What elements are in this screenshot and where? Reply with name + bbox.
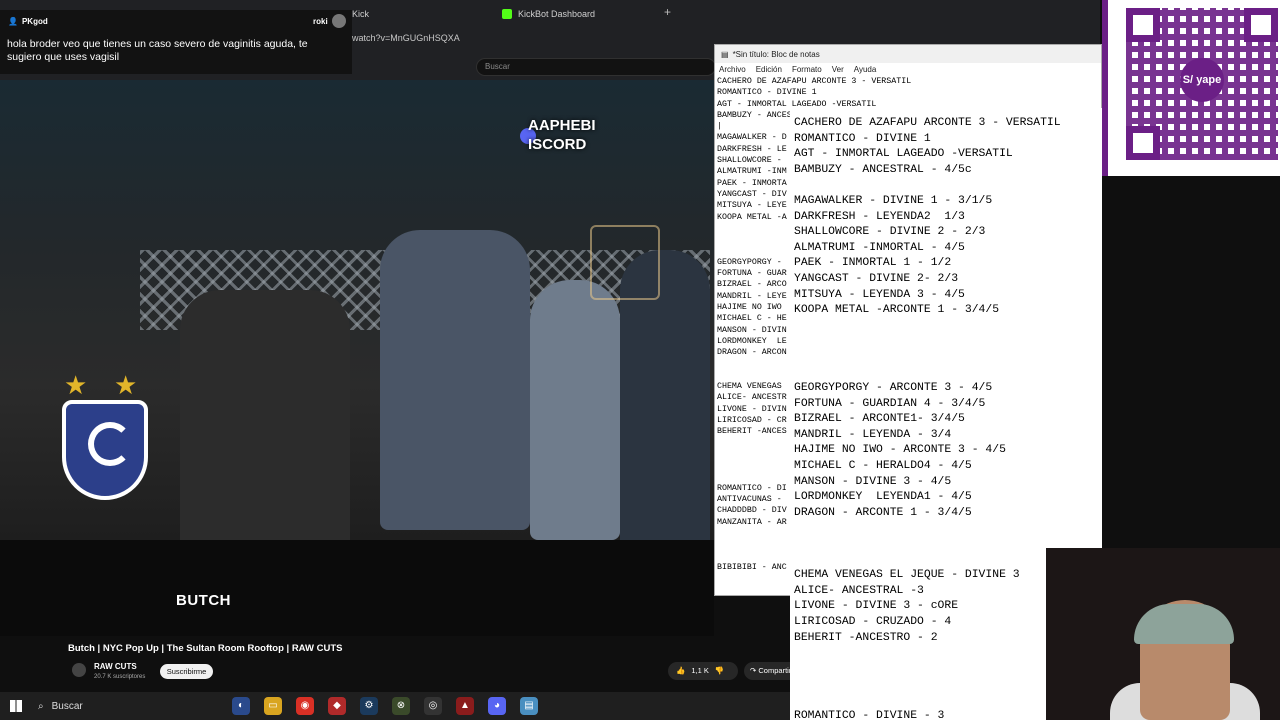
copilot-icon[interactable]: ◐ [232,697,250,715]
notepad-icon: ▤ [721,49,729,59]
chrome-icon[interactable]: ◉ [296,697,314,715]
avatar [332,14,346,28]
tab-kick[interactable]: Kick [352,4,369,24]
stream-watermark: AAPHEBI ISCORD [528,117,596,153]
new-tab-icon[interactable]: + [664,5,671,19]
yape-logo: S/ yape [1180,58,1224,102]
taskbar-search-label: Buscar [51,700,83,712]
like-button[interactable]: 👍 1,1 K 👎 [668,662,738,680]
dj-equipment [0,540,714,636]
subscriber-count: 20.7 K suscriptores [94,674,146,680]
app-icon[interactable]: ◆ [328,697,346,715]
crest-shield [62,400,148,500]
notepad-title: *Sin título: Bloc de notas [732,49,820,59]
star-icon: ★ [64,370,88,400]
channel-name[interactable]: RAW CUTS [94,662,137,671]
share-icon: ↷ [750,666,757,675]
taskbar: ⌕ Buscar ◐ ▭ ◉ ◆ ⚙ ⊗ ◎ ▲ ◕ ▤ [0,692,790,720]
qr-finder [1244,8,1278,42]
youtube-search-input[interactable]: Buscar [476,58,716,76]
subscribe-button[interactable]: Suscribirme [160,664,213,679]
address-bar[interactable]: watch?v=MnGUGnHSQXA [352,33,460,47]
obs-icon[interactable]: ◎ [424,697,442,715]
kick-icon [502,9,512,19]
video-lower-third: BUTCH [176,592,231,609]
channel-avatar[interactable] [72,663,86,677]
webcam-feed [1046,548,1280,720]
video-player[interactable]: AAPHEBI ISCORD ★ ★ BUTCH [0,80,714,636]
crest-letter-c [88,422,132,466]
screen: Kick KickBot Dashboard + watch?v=MnGUGnH… [0,0,1280,720]
like-count: 1,1 K [691,666,709,675]
share-button[interactable]: ↷ Compartir [744,662,794,680]
taskbar-search[interactable]: ⌕ Buscar [38,697,228,715]
neon-sign [590,225,660,300]
file-explorer-icon[interactable]: ▭ [264,697,282,715]
thumbs-down-icon[interactable]: 👎 [715,666,724,676]
chat-moderator: roki [313,17,328,26]
notepad-icon[interactable]: ▤ [520,697,538,715]
tab-label: KickBot Dashboard [518,9,596,19]
person-silhouette [380,230,530,530]
taskbar-apps: ◐ ▭ ◉ ◆ ⚙ ⊗ ◎ ▲ ◕ ▤ [232,697,538,715]
share-label: Compartir [758,666,792,675]
search-icon: ⌕ [38,700,44,712]
person-silhouette [530,280,620,540]
windows-start-icon[interactable] [10,700,22,712]
steam-icon[interactable]: ⚙ [360,697,378,715]
chat-message: 👤 PKgod roki hola broder veo que tienes … [0,10,352,74]
chat-username: 👤 PKgod [8,17,48,26]
thumbs-up-icon: 👍 [676,666,686,675]
chat-text: hola broder veo que tienes un caso sever… [7,38,308,63]
user-icon: 👤 [8,17,18,26]
video-title[interactable]: Butch | NYC Pop Up | The Sultan Room Roo… [68,643,342,654]
xbox-icon[interactable]: ⊗ [392,697,410,715]
club-crest: ★ ★ [60,370,150,540]
tab-kickbot[interactable]: KickBot Dashboard [502,4,595,24]
star-icon: ★ [114,370,138,400]
qr-finder [1126,8,1160,42]
app-icon[interactable]: ▲ [456,697,474,715]
qr-finder [1126,126,1160,160]
notepad-titlebar[interactable]: ▤ *Sin título: Bloc de notas [715,45,1101,63]
discord-icon[interactable]: ◕ [488,697,506,715]
yape-qr-panel: S/ yape [1102,0,1280,176]
tab-label: Kick [352,9,370,19]
streamer-cap [1134,604,1234,644]
